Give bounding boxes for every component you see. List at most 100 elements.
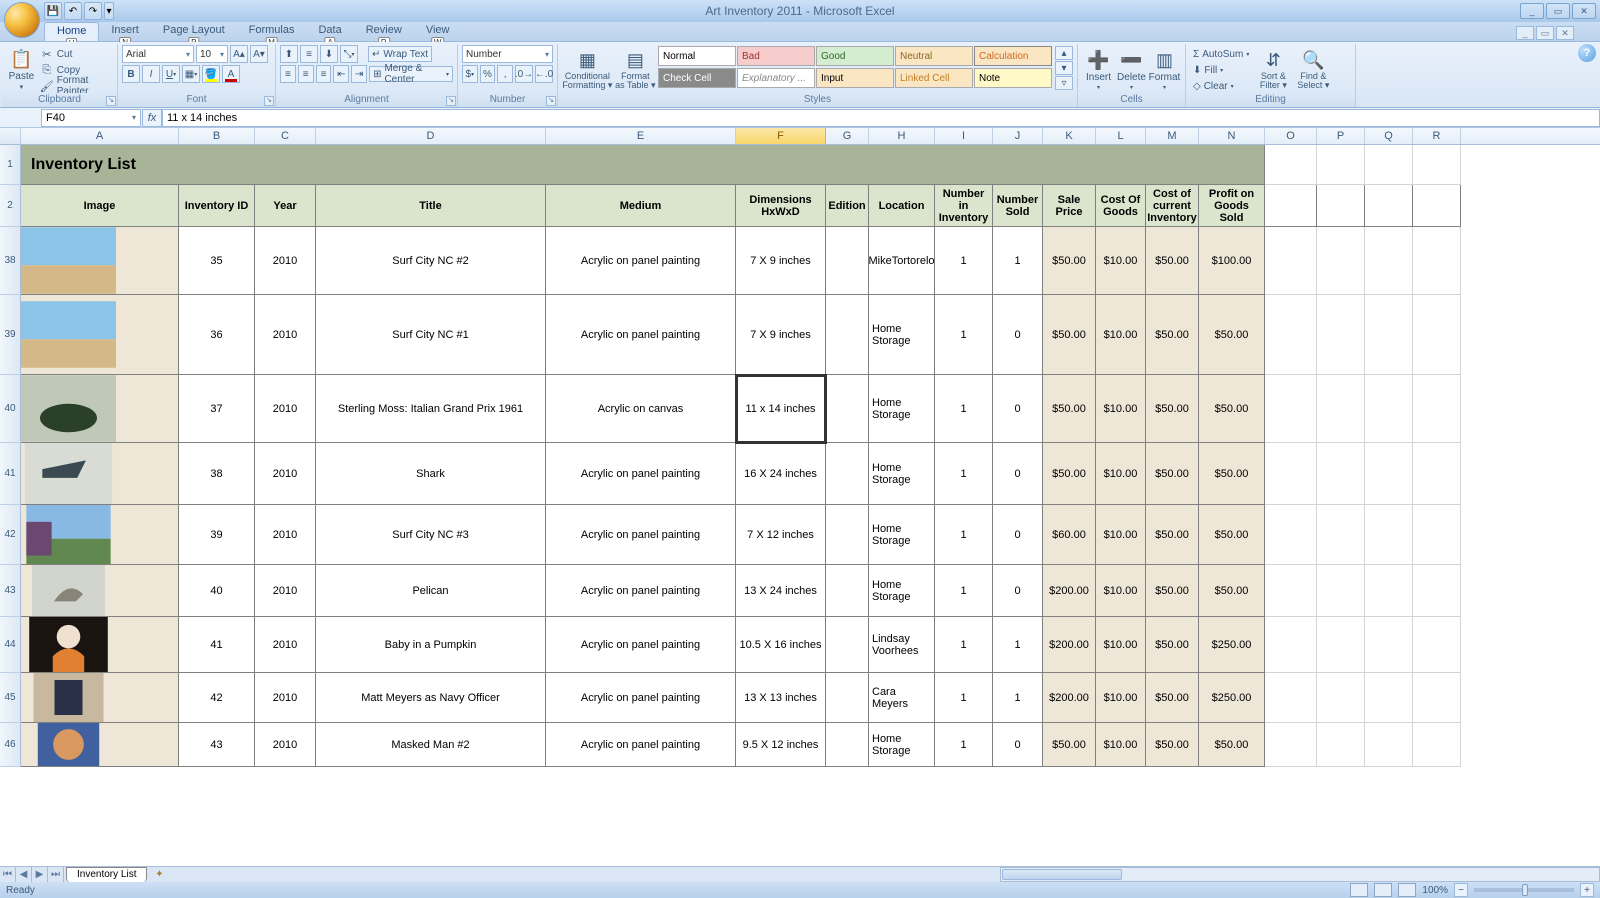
table-cell[interactable]: 1 — [935, 505, 993, 565]
table-cell[interactable] — [826, 443, 869, 505]
table-cell[interactable]: Home Storage — [869, 375, 935, 443]
table-cell[interactable]: $50.00 — [1043, 375, 1096, 443]
underline-button[interactable]: U▾ — [162, 65, 180, 83]
wrap-text-button[interactable]: ↵Wrap Text — [368, 46, 432, 62]
cut-button[interactable]: ✂Cut — [37, 46, 113, 62]
table-cell[interactable]: 2010 — [255, 443, 316, 505]
table-cell[interactable]: Surf City NC #3 — [316, 505, 546, 565]
table-cell[interactable]: 1 — [935, 443, 993, 505]
qat-redo-icon[interactable]: ↷ — [84, 2, 102, 20]
table-cell[interactable]: 1 — [993, 617, 1043, 673]
zoom-in-button[interactable]: + — [1580, 883, 1594, 897]
sort-filter-button[interactable]: ⇵Sort &Filter ▾ — [1254, 46, 1292, 94]
format-cells-button[interactable]: ▥Format▾ — [1148, 46, 1181, 94]
cell-image[interactable] — [21, 565, 179, 617]
fx-button[interactable]: fx — [142, 109, 162, 127]
table-cell[interactable]: 2010 — [255, 295, 316, 375]
table-cell[interactable]: $200.00 — [1043, 617, 1096, 673]
table-cell[interactable]: Shark — [316, 443, 546, 505]
table-cell[interactable]: Surf City NC #2 — [316, 227, 546, 295]
merge-center-button[interactable]: ⊞Merge & Center▾ — [369, 66, 453, 82]
table-cell[interactable]: $50.00 — [1043, 227, 1096, 295]
style-explanatory[interactable]: Explanatory ... — [737, 68, 815, 88]
clipboard-dialog-launcher[interactable]: ↘ — [106, 96, 116, 106]
align-left-icon[interactable]: ≡ — [280, 65, 296, 83]
table-cell[interactable]: 10.5 X 16 inches — [736, 617, 826, 673]
table-cell[interactable]: 1 — [935, 227, 993, 295]
orientation-icon[interactable]: ⤡▾ — [340, 45, 358, 63]
table-cell[interactable]: Masked Man #2 — [316, 723, 546, 767]
table-cell[interactable]: 42 — [179, 673, 255, 723]
table-cell[interactable]: 1 — [935, 617, 993, 673]
row-header-45[interactable]: 45 — [0, 673, 21, 723]
styles-scroll-down-icon[interactable]: ▾ — [1055, 61, 1073, 75]
table-cell[interactable]: $250.00 — [1199, 617, 1265, 673]
table-cell[interactable]: 7 X 9 inches — [736, 295, 826, 375]
table-cell[interactable]: Lindsay Voorhees — [869, 617, 935, 673]
column-header-D[interactable]: D — [316, 128, 546, 144]
table-cell[interactable] — [826, 565, 869, 617]
table-cell[interactable]: MikeTortorelo — [869, 227, 935, 295]
table-cell[interactable]: 1 — [935, 673, 993, 723]
italic-button[interactable]: I — [142, 65, 160, 83]
percent-button[interactable]: % — [480, 65, 496, 83]
minimize-button[interactable]: _ — [1520, 3, 1544, 19]
column-header-E[interactable]: E — [546, 128, 736, 144]
close-button[interactable]: ✕ — [1572, 3, 1596, 19]
ribbon-tab-home[interactable]: HomeH — [44, 22, 99, 41]
column-header-N[interactable]: N — [1199, 128, 1265, 144]
style-calculation[interactable]: Calculation — [974, 46, 1052, 66]
table-cell[interactable]: Acrylic on panel painting — [546, 505, 736, 565]
table-cell[interactable]: $50.00 — [1199, 443, 1265, 505]
table-cell[interactable]: 0 — [993, 565, 1043, 617]
column-header-C[interactable]: C — [255, 128, 316, 144]
fill-color-button[interactable]: 🪣 — [202, 65, 220, 83]
table-cell[interactable]: $60.00 — [1043, 505, 1096, 565]
table-cell[interactable]: Acrylic on panel painting — [546, 565, 736, 617]
decrease-font-icon[interactable]: A▾ — [250, 45, 268, 63]
table-cell[interactable]: Cara Meyers — [869, 673, 935, 723]
table-cell[interactable]: $50.00 — [1146, 227, 1199, 295]
font-family-combo[interactable]: Arial▾ — [122, 45, 194, 63]
restore-button[interactable]: ▭ — [1546, 3, 1570, 19]
table-cell[interactable] — [826, 617, 869, 673]
sheet-nav-last-icon[interactable]: ⏭ — [48, 867, 64, 882]
office-button[interactable] — [4, 2, 40, 38]
row-header-43[interactable]: 43 — [0, 565, 21, 617]
table-cell[interactable]: Acrylic on panel painting — [546, 443, 736, 505]
table-cell[interactable] — [826, 673, 869, 723]
row-header-44[interactable]: 44 — [0, 617, 21, 673]
table-cell[interactable]: $50.00 — [1199, 505, 1265, 565]
column-header-H[interactable]: H — [869, 128, 935, 144]
table-cell[interactable]: Home Storage — [869, 295, 935, 375]
bold-button[interactable]: B — [122, 65, 140, 83]
table-cell[interactable]: 2010 — [255, 375, 316, 443]
table-cell[interactable]: Home Storage — [869, 565, 935, 617]
table-cell[interactable]: $50.00 — [1199, 375, 1265, 443]
alignment-dialog-launcher[interactable]: ↘ — [446, 96, 456, 106]
cell-image[interactable] — [21, 227, 179, 295]
align-middle-icon[interactable]: ≡ — [300, 45, 318, 63]
table-cell[interactable]: 0 — [993, 723, 1043, 767]
view-normal-icon[interactable] — [1350, 883, 1368, 897]
table-cell[interactable]: $50.00 — [1146, 617, 1199, 673]
autosum-button[interactable]: ΣAutoSum▾ — [1190, 46, 1252, 62]
table-cell[interactable]: 1 — [935, 295, 993, 375]
table-cell[interactable]: 16 X 24 inches — [736, 443, 826, 505]
decrease-decimal-icon[interactable]: ←.0 — [535, 65, 553, 83]
table-cell[interactable]: 2010 — [255, 505, 316, 565]
table-cell[interactable]: Home Storage — [869, 505, 935, 565]
table-cell[interactable]: Sterling Moss: Italian Grand Prix 1961 — [316, 375, 546, 443]
select-all-button[interactable] — [0, 128, 21, 144]
table-cell[interactable]: $200.00 — [1043, 673, 1096, 723]
table-cell[interactable]: 2010 — [255, 673, 316, 723]
increase-indent-icon[interactable]: ⇥ — [351, 65, 367, 83]
table-cell[interactable]: $10.00 — [1096, 375, 1146, 443]
table-cell[interactable]: 1 — [935, 565, 993, 617]
column-header-G[interactable]: G — [826, 128, 869, 144]
help-icon[interactable]: ? — [1578, 44, 1596, 62]
sheet-nav-prev-icon[interactable]: ◀ — [16, 867, 32, 882]
row-header-38[interactable]: 38 — [0, 227, 21, 295]
row-header-40[interactable]: 40 — [0, 375, 21, 443]
table-cell[interactable]: 7 X 12 inches — [736, 505, 826, 565]
